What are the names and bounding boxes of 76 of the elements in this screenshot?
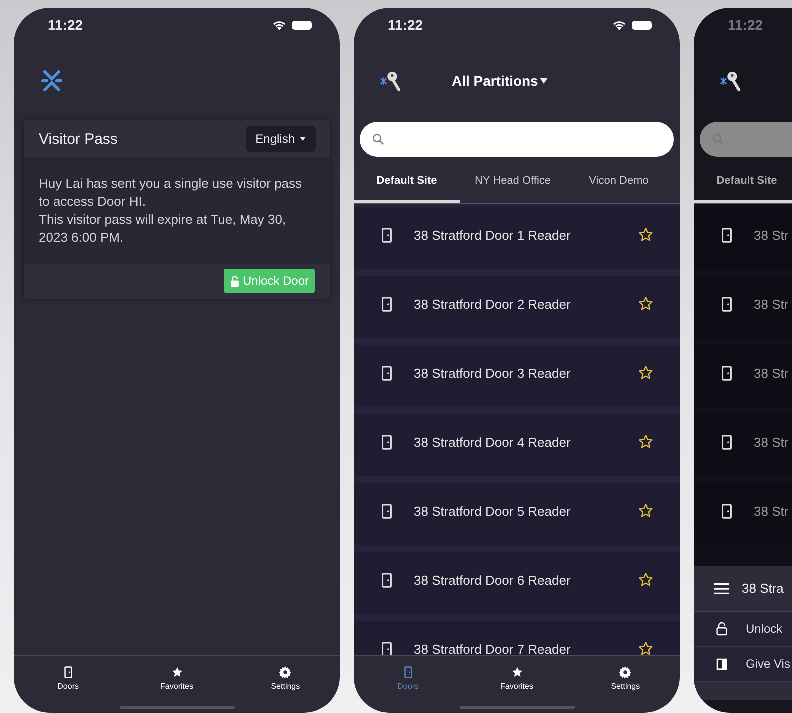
door-icon [402,666,415,678]
star-icon[interactable] [638,572,654,588]
star-icon[interactable] [638,641,654,655]
door-icon [381,572,393,588]
door-icon [721,504,733,518]
sheet-action[interactable]: Give Vis [694,647,792,682]
status-time: 11:22 [48,17,84,33]
door-name: 38 Stratford Door 3 Reader [414,366,572,380]
door-row[interactable]: 38 Stratford Door 4 Reader [354,414,680,476]
star-icon[interactable] [638,503,654,519]
site-tab[interactable]: NY Head Office [460,157,566,203]
door-icon [381,366,393,380]
door-icon [381,434,393,450]
lock-icon [716,622,728,636]
door-name: 38 Stratford Door 2 Reader [414,296,572,312]
language-dropdown[interactable]: English [246,126,316,152]
door-name: 38 Str [754,366,790,380]
lock-icon [230,276,240,286]
tab-bar-item[interactable]: Settings [231,656,340,700]
door-name: 38 Stratford Door 7 Reader [414,642,572,655]
pass-message: Huy Lai has sent you a single use visitor pass to access Door HI. [39,175,304,211]
sheet-title: 38 Stra [742,581,784,596]
tab-bar-item[interactable]: Favorites [462,656,572,700]
door-row[interactable]: 38 Stratford Door 1 Reader [354,207,680,269]
door-icon [381,228,393,242]
caret-icon [540,78,548,84]
menu-icon[interactable] [714,582,729,594]
partition-dropdown[interactable]: All Partitions [452,73,548,89]
door-name: 38 Stratford Door 4 Reader [414,434,572,450]
door-name: 38 Stratford Door 6 Reader [414,572,572,588]
settings-icon [619,666,632,678]
wifi-icon [612,20,627,30]
door-name: 38 Str [754,504,790,518]
battery-icon [632,20,652,30]
door-row[interactable]: 38 Stratford Door 6 Reader [354,552,680,614]
status-time: 11:22 [388,17,424,33]
star-icon[interactable] [638,434,654,450]
tab-bar-item[interactable]: Doors [14,656,123,700]
door-name: 38 Str [754,434,790,450]
wifi-icon [272,20,287,30]
door-icon [62,666,75,678]
tab-bar-item[interactable]: Settings [571,656,680,700]
sheet-action[interactable]: Unlock [694,612,792,647]
door-icon [716,657,728,671]
door-icon [381,642,393,655]
star-icon [170,666,184,678]
status-time: 11:22 [728,17,764,33]
door-name: 38 Stratford Door 1 Reader [414,228,572,242]
star-icon[interactable] [638,365,654,381]
door-name: 38 Str [754,228,790,242]
star-icon[interactable] [638,227,654,243]
pass-message: This visitor pass will expire at Tue, May 30, 2023 6:00 PM. [39,211,288,247]
card-title: Visitor Pass [39,130,118,148]
logo-icon [40,69,64,93]
battery-icon [292,20,312,30]
door-name: 38 Stratford Door 5 Reader [414,504,572,518]
door-row[interactable]: 38 Stratford Door 5 Reader [354,483,680,545]
search-icon [372,133,385,146]
door-icon [721,366,733,380]
door-row[interactable]: 38 Stratford Door 2 Reader [354,276,680,338]
site-tab[interactable]: Vicon Demo [566,157,672,203]
door-icon [381,296,393,312]
door-name: 38 Str [754,296,790,312]
door-icon [721,434,733,450]
star-icon[interactable] [638,296,654,312]
door-row[interactable]: 38 Stratford Door 3 Reader [354,345,680,407]
door-row[interactable]: 38 Stratford Door 7 Reader [354,621,680,655]
door-icon [381,504,393,518]
tab-bar-item[interactable]: Favorites [122,656,232,700]
tab-bar-item[interactable]: Doors [354,656,463,700]
star-icon [510,666,524,678]
caret-icon [300,137,306,141]
door-icon [721,296,733,312]
door-icon [721,228,733,242]
search-field[interactable] [360,122,674,157]
settings-icon [279,666,292,678]
